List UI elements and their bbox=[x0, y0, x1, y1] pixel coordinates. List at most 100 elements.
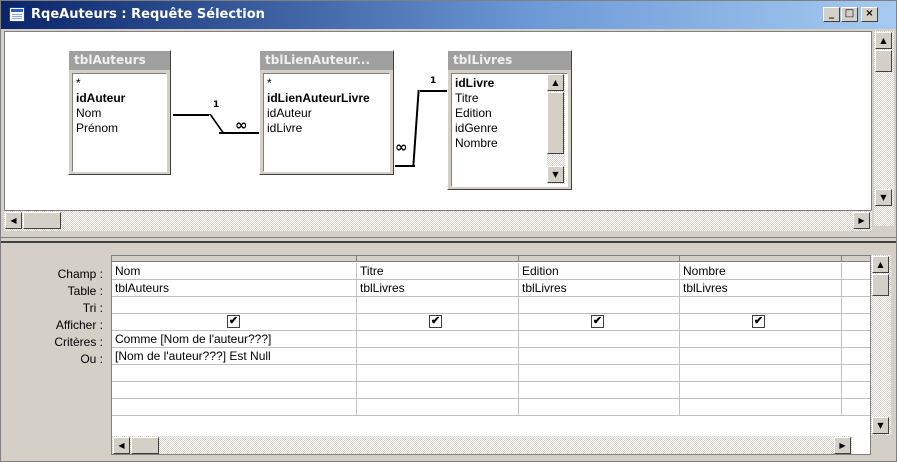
column-selector[interactable] bbox=[680, 256, 842, 262]
show-checkbox[interactable]: ✔ bbox=[227, 315, 240, 328]
column-selector[interactable] bbox=[519, 256, 680, 262]
cell-table[interactable]: tblAuteurs bbox=[112, 280, 357, 297]
cell-criteres[interactable]: Comme [Nom de l'auteur???] bbox=[112, 331, 357, 348]
cell-empty[interactable] bbox=[519, 365, 680, 382]
title-bar[interactable]: RqeAuteurs : Requête Sélection _ □ × bbox=[1, 1, 896, 29]
relation-one-label: 1 bbox=[213, 100, 220, 110]
cell-afficher[interactable] bbox=[842, 314, 870, 331]
scroll-left-button[interactable]: ◀ bbox=[113, 437, 130, 454]
scroll-up-button[interactable]: ▲ bbox=[872, 256, 889, 273]
cell-ou[interactable]: [Nom de l'auteur???] Est Null bbox=[112, 348, 357, 365]
relation-many-label: ∞ bbox=[395, 138, 408, 156]
cell-afficher[interactable]: ✔ bbox=[680, 314, 842, 331]
cell-table[interactable]: tblLivres bbox=[680, 280, 842, 297]
relation-line[interactable] bbox=[412, 90, 420, 166]
field-item-key[interactable]: idLienAuteurLivre bbox=[267, 91, 386, 106]
cell-empty[interactable] bbox=[357, 382, 519, 399]
cell-empty[interactable] bbox=[519, 399, 680, 416]
show-checkbox[interactable]: ✔ bbox=[429, 315, 442, 328]
grid-horizontal-scrollbar[interactable]: ◀ ▶ bbox=[112, 436, 852, 454]
cell-empty[interactable] bbox=[680, 365, 842, 382]
cell-table[interactable] bbox=[842, 280, 870, 297]
field-list-tblAuteurs[interactable]: tblAuteurs * idAuteur Nom Prénom bbox=[68, 50, 171, 175]
scroll-thumb[interactable] bbox=[547, 92, 564, 154]
cell-table[interactable]: tblLivres bbox=[357, 280, 519, 297]
cell-table[interactable]: tblLivres bbox=[519, 280, 680, 297]
scroll-up-button[interactable]: ▲ bbox=[875, 32, 892, 49]
pane-splitter[interactable] bbox=[1, 237, 896, 243]
cell-empty[interactable] bbox=[519, 382, 680, 399]
maximize-button[interactable]: □ bbox=[841, 7, 858, 22]
column-selector[interactable] bbox=[357, 256, 519, 262]
cell-tri[interactable] bbox=[519, 297, 680, 314]
scroll-right-button[interactable]: ▶ bbox=[834, 437, 851, 454]
cell-criteres[interactable] bbox=[357, 331, 519, 348]
cell-champ[interactable] bbox=[842, 263, 870, 280]
scroll-right-button[interactable]: ▶ bbox=[853, 212, 870, 229]
cell-criteres[interactable] bbox=[680, 331, 842, 348]
relation-line[interactable] bbox=[209, 114, 226, 134]
scroll-thumb[interactable] bbox=[131, 437, 159, 454]
design-horizontal-scrollbar[interactable]: ◀ ▶ bbox=[4, 211, 872, 231]
close-button[interactable]: × bbox=[861, 7, 878, 22]
scroll-up-button[interactable]: ▲ bbox=[547, 74, 564, 91]
cell-champ[interactable]: Edition bbox=[519, 263, 680, 280]
row-label-afficher: Afficher : bbox=[55, 318, 103, 332]
cell-empty[interactable] bbox=[357, 399, 519, 416]
field-list-title[interactable]: tblLivres bbox=[448, 51, 571, 70]
show-checkbox[interactable]: ✔ bbox=[591, 315, 604, 328]
cell-champ[interactable]: Titre bbox=[357, 263, 519, 280]
field-item[interactable]: Nom bbox=[76, 106, 163, 121]
field-list-tblLivres[interactable]: tblLivres idLivre Titre Edition idGenre … bbox=[447, 50, 572, 190]
cell-ou[interactable] bbox=[357, 348, 519, 365]
cell-empty[interactable] bbox=[842, 399, 870, 416]
cell-tri[interactable] bbox=[842, 297, 870, 314]
column-selector[interactable] bbox=[842, 256, 870, 262]
field-list-tblLienAuteurLivre[interactable]: tblLienAuteur... * idLienAuteurLivre idA… bbox=[259, 50, 394, 175]
scroll-thumb[interactable] bbox=[872, 274, 889, 296]
cell-afficher[interactable]: ✔ bbox=[112, 314, 357, 331]
field-item[interactable]: idLivre bbox=[267, 121, 386, 136]
field-list-scrollbar[interactable]: ▲ ▼ bbox=[547, 74, 565, 184]
show-checkbox[interactable]: ✔ bbox=[752, 315, 765, 328]
cell-empty[interactable] bbox=[680, 399, 842, 416]
scroll-thumb[interactable] bbox=[23, 212, 61, 229]
scroll-down-button[interactable]: ▼ bbox=[547, 166, 564, 183]
field-item-key[interactable]: idAuteur bbox=[76, 91, 163, 106]
scroll-thumb[interactable] bbox=[875, 50, 892, 72]
cell-tri[interactable] bbox=[357, 297, 519, 314]
cell-empty[interactable] bbox=[680, 382, 842, 399]
cell-afficher[interactable]: ✔ bbox=[357, 314, 519, 331]
scroll-down-button[interactable]: ▼ bbox=[872, 417, 889, 434]
cell-empty[interactable] bbox=[112, 399, 357, 416]
cell-empty[interactable] bbox=[112, 382, 357, 399]
field-list-title[interactable]: tblLienAuteur... bbox=[260, 51, 393, 70]
cell-afficher[interactable]: ✔ bbox=[519, 314, 680, 331]
cell-ou[interactable] bbox=[519, 348, 680, 365]
field-list-title[interactable]: tblAuteurs bbox=[69, 51, 170, 70]
field-item[interactable]: idAuteur bbox=[267, 106, 386, 121]
field-item[interactable]: * bbox=[76, 76, 163, 91]
cell-ou[interactable] bbox=[680, 348, 842, 365]
cell-tri[interactable] bbox=[680, 297, 842, 314]
cell-tri[interactable] bbox=[112, 297, 357, 314]
design-vertical-scrollbar[interactable]: ▲ ▼ bbox=[874, 31, 894, 226]
cell-criteres[interactable] bbox=[519, 331, 680, 348]
cell-ou[interactable] bbox=[842, 348, 870, 365]
cell-empty[interactable] bbox=[112, 365, 357, 382]
relation-line[interactable] bbox=[173, 114, 209, 116]
column-selector[interactable] bbox=[112, 256, 357, 262]
cell-champ[interactable]: Nombre bbox=[680, 263, 842, 280]
grid-vertical-scrollbar[interactable]: ▲ ▼ bbox=[871, 255, 891, 435]
cell-criteres[interactable] bbox=[842, 331, 870, 348]
relation-line[interactable] bbox=[420, 90, 447, 92]
cell-champ[interactable]: Nom bbox=[112, 263, 357, 280]
scroll-down-button[interactable]: ▼ bbox=[875, 189, 892, 206]
field-item[interactable]: Prénom bbox=[76, 121, 163, 136]
scroll-left-button[interactable]: ◀ bbox=[5, 212, 22, 229]
minimize-button[interactable]: _ bbox=[823, 7, 840, 22]
cell-empty[interactable] bbox=[842, 382, 870, 399]
cell-empty[interactable] bbox=[357, 365, 519, 382]
cell-empty[interactable] bbox=[842, 365, 870, 382]
field-item[interactable]: * bbox=[267, 76, 386, 91]
